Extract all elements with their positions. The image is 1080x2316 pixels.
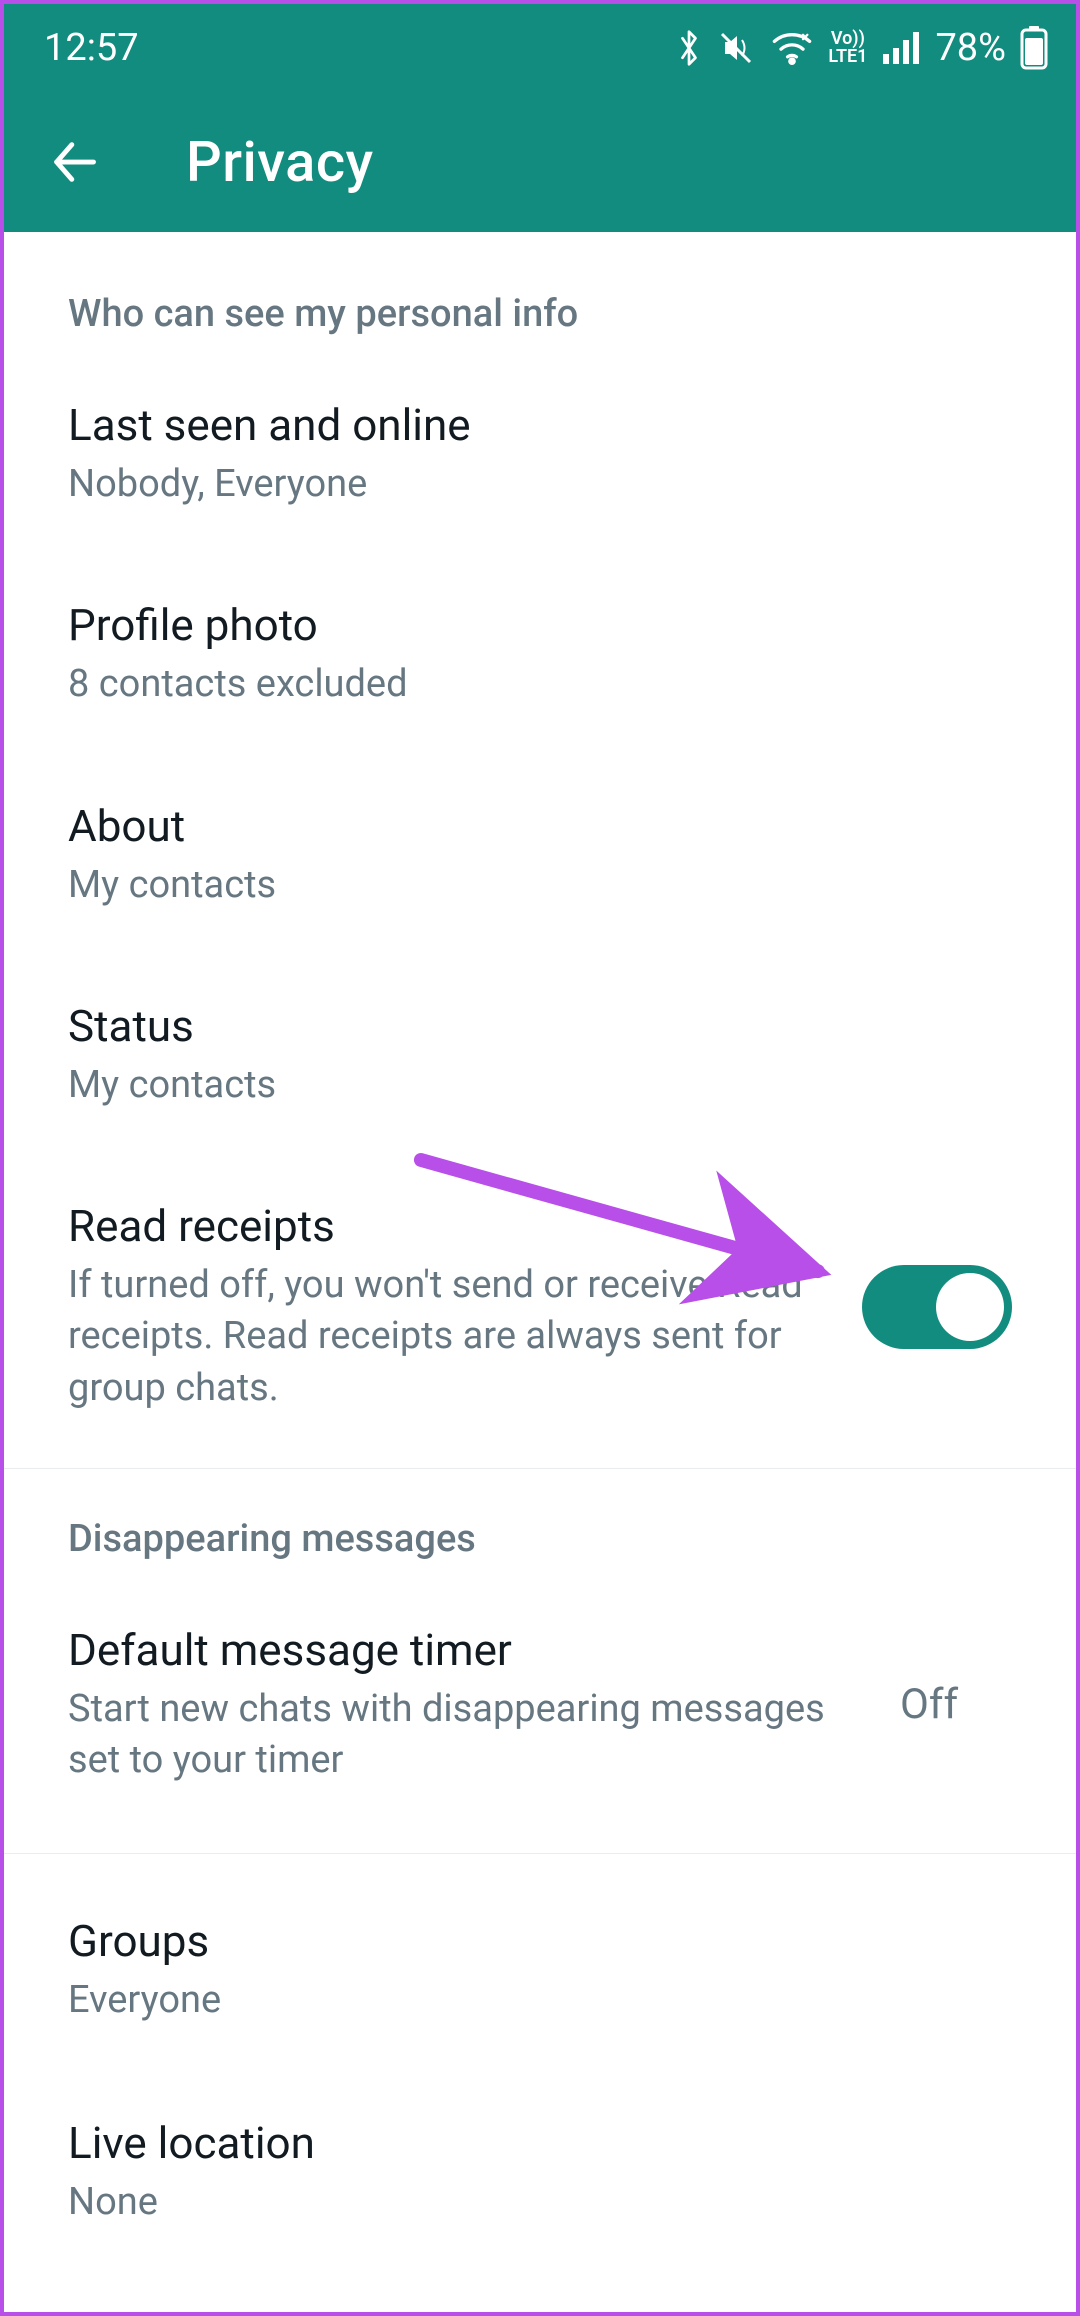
row-title: Groups: [68, 1914, 1012, 1969]
row-title: Live location: [68, 2116, 1012, 2171]
row-title: Default message timer: [68, 1623, 868, 1678]
read-receipts-toggle[interactable]: [862, 1265, 1012, 1349]
bluetooth-icon: [676, 28, 702, 68]
row-last-seen[interactable]: Last seen and online Nobody, Everyone: [4, 362, 1076, 546]
row-about[interactable]: About My contacts: [4, 747, 1076, 947]
row-read-receipts[interactable]: Read receipts If turned off, you won't s…: [4, 1147, 1076, 1446]
battery-icon: [1020, 26, 1048, 70]
row-status[interactable]: Status My contacts: [4, 947, 1076, 1147]
app-bar: Privacy: [4, 92, 1076, 232]
row-title: Profile photo: [68, 598, 1012, 653]
section-header-disappearing: Disappearing messages: [4, 1469, 1076, 1587]
row-subtitle: None: [68, 2177, 1012, 2228]
row-subtitle: Start new chats with disappearing messag…: [68, 1684, 868, 1787]
default-timer-value: Off: [900, 1680, 958, 1729]
row-title: Last seen and online: [68, 398, 1012, 453]
row-subtitle: If turned off, you won't send or receive…: [68, 1260, 830, 1414]
row-profile-photo[interactable]: Profile photo 8 contacts excluded: [4, 546, 1076, 746]
row-live-location[interactable]: Live location None: [4, 2062, 1076, 2264]
back-button[interactable]: [44, 132, 104, 192]
vibrate-mute-icon: [716, 28, 756, 68]
status-time: 12:57: [44, 26, 139, 70]
row-title: Status: [68, 999, 1012, 1054]
wifi-icon: [770, 28, 814, 68]
page-title: Privacy: [186, 129, 374, 195]
row-subtitle: 8 contacts excluded: [68, 659, 1012, 710]
row-title: Read receipts: [68, 1199, 830, 1254]
volte-icon: Vo))LTE1: [828, 30, 867, 66]
row-default-message-timer[interactable]: Default message timer Start new chats wi…: [4, 1587, 1076, 1823]
status-bar: 12:57 Vo))LTE1 78%: [4, 4, 1076, 92]
row-subtitle: Everyone: [68, 1975, 1012, 2026]
row-subtitle: My contacts: [68, 1060, 1012, 1111]
row-subtitle: Nobody, Everyone: [68, 459, 1012, 510]
row-subtitle: My contacts: [68, 860, 1012, 911]
section-header-personal-info: Who can see my personal info: [4, 232, 1076, 362]
row-title: About: [68, 799, 1012, 854]
cell-signal-icon: [881, 30, 921, 66]
settings-list[interactable]: Who can see my personal info Last seen a…: [4, 232, 1076, 2312]
arrow-left-icon: [48, 136, 100, 188]
battery-percent: 78%: [935, 26, 1006, 70]
row-groups[interactable]: Groups Everyone: [4, 1854, 1076, 2062]
